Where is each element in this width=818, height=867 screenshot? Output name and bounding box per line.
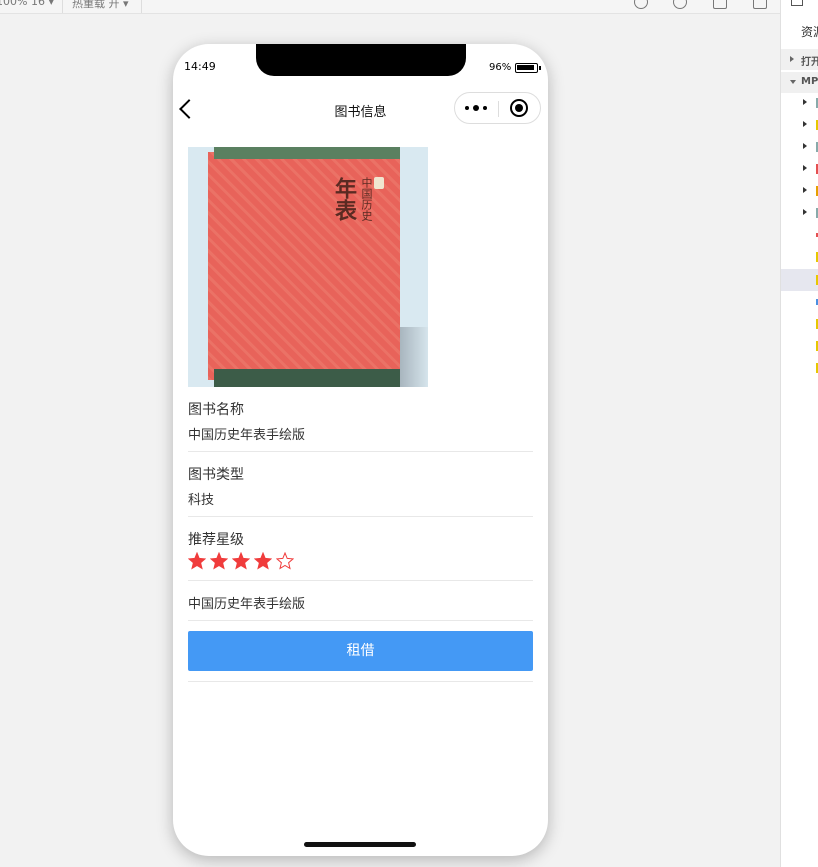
hot-reload-select[interactable]: 热重载 开 ▾ [72, 0, 129, 11]
tree-file[interactable] [781, 291, 818, 313]
divider [188, 516, 533, 517]
book-description: 中国历史年表手绘版 [188, 597, 306, 612]
project-header[interactable]: MP [781, 72, 818, 93]
book-cover-image: 年表 中国历史 [188, 147, 428, 387]
star-empty-icon[interactable] [275, 551, 295, 570]
toolbar-divider [141, 0, 142, 13]
battery-percentage: 96% [489, 62, 512, 73]
star-rating [187, 551, 308, 570]
phone-icon[interactable] [713, 0, 727, 9]
tree-file[interactable] [781, 246, 818, 268]
star-filled-icon[interactable] [209, 551, 229, 570]
tree-folder[interactable] [781, 158, 818, 180]
book-type-label: 图书类型 [188, 467, 244, 483]
divider [188, 580, 533, 581]
more-options-icon[interactable] [465, 101, 489, 115]
divider [188, 451, 533, 452]
phone-notch [256, 44, 466, 76]
book-name-label: 图书名称 [188, 402, 244, 418]
window-icon[interactable] [753, 0, 767, 9]
open-files-header[interactable]: 打开 [781, 49, 818, 70]
mini-program-capsule [454, 92, 541, 124]
project-label: MP [801, 76, 818, 87]
book-name-value: 中国历史年表手绘版 [188, 428, 306, 443]
stop-icon[interactable] [673, 0, 687, 9]
copy-icon[interactable] [791, 0, 803, 6]
tree-folder[interactable] [781, 92, 818, 114]
cover-title: 年表 [331, 177, 357, 221]
rating-label: 推荐星级 [188, 532, 244, 548]
tree-file[interactable] [781, 357, 818, 379]
cover-seal [374, 177, 384, 189]
divider [188, 620, 533, 621]
status-time: 14:49 [184, 60, 216, 73]
tree-folder[interactable] [781, 114, 818, 136]
refresh-icon[interactable] [634, 0, 648, 9]
cover-subtitle: 中国历史 [360, 177, 373, 221]
battery-icon [515, 63, 541, 73]
open-files-label: 打开 [801, 57, 818, 68]
close-capsule-icon[interactable] [510, 99, 528, 117]
tree-file[interactable] [781, 313, 818, 335]
home-indicator [304, 842, 416, 847]
zoom-select[interactable]: 100% 16 ▾ [0, 0, 54, 8]
tree-file-selected[interactable] [781, 269, 818, 291]
tree-file[interactable] [781, 224, 818, 246]
book-type-value: 科技 [188, 493, 215, 508]
ide-toolbar: 100% 16 ▾ 热重载 开 ▾ [0, 0, 780, 14]
rent-button[interactable]: 租借 [188, 631, 533, 671]
resources-label: 资源 [801, 25, 818, 39]
phone-simulator: 14:49 96% 图书信息 年表 中国历史 图书名称 中国历史年表手绘版 图书… [173, 44, 548, 856]
divider [188, 681, 533, 682]
star-filled-icon[interactable] [187, 551, 207, 570]
tree-folder[interactable] [781, 180, 818, 202]
toolbar-divider [62, 0, 63, 13]
tree-folder[interactable] [781, 136, 818, 158]
star-filled-icon[interactable] [253, 551, 273, 570]
tree-folder[interactable] [781, 202, 818, 224]
tree-file[interactable] [781, 335, 818, 357]
resource-panel: 资源 打开 MP [780, 0, 818, 867]
star-filled-icon[interactable] [231, 551, 251, 570]
